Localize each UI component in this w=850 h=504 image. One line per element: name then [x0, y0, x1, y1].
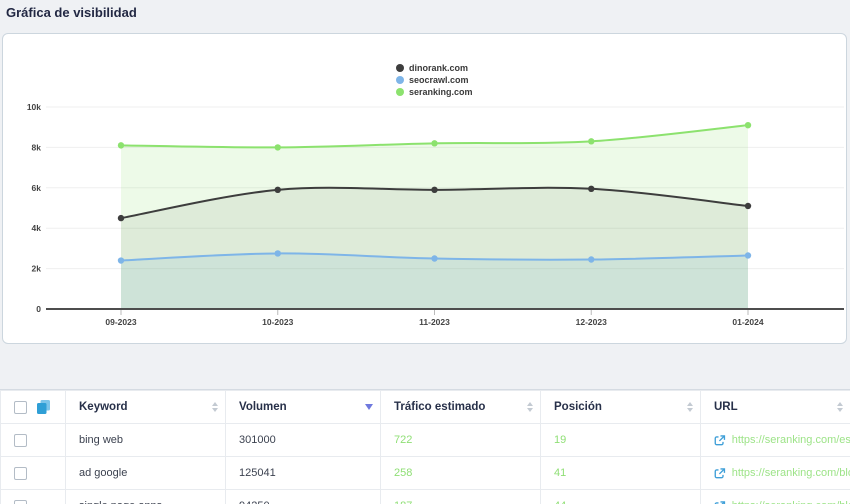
svg-text:0: 0: [36, 304, 41, 314]
url-link[interactable]: https://seranking.com/blo...: [732, 500, 850, 504]
external-link-icon[interactable]: [714, 500, 726, 504]
sort-icon: [837, 402, 843, 412]
svg-text:4k: 4k: [32, 223, 42, 233]
table-header-bar: Principales keywords posicionadas para e…: [0, 351, 850, 385]
svg-text:10k: 10k: [27, 102, 41, 112]
legend-label: dinorank.com: [409, 63, 469, 73]
url-link[interactable]: https://seranking.com/blo...: [732, 467, 850, 479]
keyword-cell: single page apps: [65, 489, 226, 504]
column-label: URL: [714, 401, 738, 413]
trafico-cell: 187: [380, 489, 541, 504]
posicion-cell: 19: [540, 423, 701, 457]
visibility-chart-card: 0 2k 4k 6k 8k 10k 09-2023 10-2023 11-2023 12-2023…: [2, 33, 847, 344]
svg-text:12-2023: 12-2023: [576, 317, 607, 327]
column-header-url[interactable]: URL: [700, 390, 850, 424]
legend-dot-dinorank: [396, 64, 404, 72]
column-label: Volumen: [239, 401, 287, 413]
svg-text:2k: 2k: [32, 264, 42, 274]
posicion-cell: 44: [540, 489, 701, 504]
legend-label: seranking.com: [409, 87, 473, 97]
posicion-cell: 41: [540, 456, 701, 490]
external-link-icon[interactable]: [714, 434, 726, 447]
column-header-keyword[interactable]: Keyword: [65, 390, 226, 424]
table-row: bing web 301000 722 19 https://seranking…: [0, 423, 850, 457]
trafico-cell: 258: [380, 456, 541, 490]
legend-dot-seranking: [396, 88, 404, 96]
keyword-cell: ad google: [65, 456, 226, 490]
table-header-row: Keyword Volumen Tráfico estimado Posició…: [0, 390, 850, 424]
sort-icon: [687, 402, 693, 412]
trafico-cell: 722: [380, 423, 541, 457]
column-label: Posición: [554, 401, 602, 413]
sort-desc-icon: [365, 404, 373, 410]
sort-icon: [527, 402, 533, 412]
volumen-cell: 125041: [225, 456, 381, 490]
svg-text:09-2023: 09-2023: [105, 317, 136, 327]
column-header-volumen[interactable]: Volumen: [225, 390, 381, 424]
svg-text:01-2024: 01-2024: [732, 317, 763, 327]
legend-label: seocrawl.com: [409, 75, 469, 85]
row-checkbox[interactable]: [14, 433, 27, 447]
row-checkbox[interactable]: [14, 499, 27, 504]
url-cell: https://seranking.com/blo...: [700, 456, 850, 490]
chart-legend: dinorank.com seocrawl.com seranking.com: [396, 63, 473, 97]
volumen-cell: 94250: [225, 489, 381, 504]
copy-icon[interactable]: [36, 399, 51, 415]
table-row: ad google 125041 258 41 https://serankin…: [0, 456, 850, 490]
keyword-cell: bing web: [65, 423, 226, 457]
row-checkbox[interactable]: [14, 466, 27, 480]
column-label: Keyword: [79, 401, 128, 413]
svg-text:11-2023: 11-2023: [419, 317, 450, 327]
select-all-header-cell: [0, 390, 66, 424]
external-link-icon[interactable]: [714, 467, 726, 480]
column-header-trafico[interactable]: Tráfico estimado: [380, 390, 541, 424]
column-header-posicion[interactable]: Posición: [540, 390, 701, 424]
keywords-table: Keyword Volumen Tráfico estimado Posició…: [0, 389, 850, 504]
url-link[interactable]: https://seranking.com/es/...: [732, 434, 850, 446]
page: Gráfica de visibilidad 0 2k 4k 6k 8k 10k 09-20…: [0, 0, 850, 504]
legend-item-seranking[interactable]: seranking.com: [396, 87, 473, 97]
url-cell: https://seranking.com/blo...: [700, 489, 850, 504]
chart-section-title: Gráfica de visibilidad: [6, 5, 137, 20]
sort-icon: [212, 402, 218, 412]
url-cell: https://seranking.com/es/...: [700, 423, 850, 457]
table-row: single page apps 94250 187 44 https://se…: [0, 489, 850, 504]
legend-item-dinorank[interactable]: dinorank.com: [396, 63, 473, 73]
column-label: Tráfico estimado: [394, 401, 486, 413]
legend-item-seocrawl[interactable]: seocrawl.com: [396, 75, 473, 85]
select-all-checkbox[interactable]: [14, 400, 27, 414]
legend-dot-seocrawl: [396, 76, 404, 84]
svg-text:8k: 8k: [32, 142, 42, 152]
volumen-cell: 301000: [225, 423, 381, 457]
svg-text:10-2023: 10-2023: [262, 317, 293, 327]
svg-text:6k: 6k: [32, 183, 42, 193]
